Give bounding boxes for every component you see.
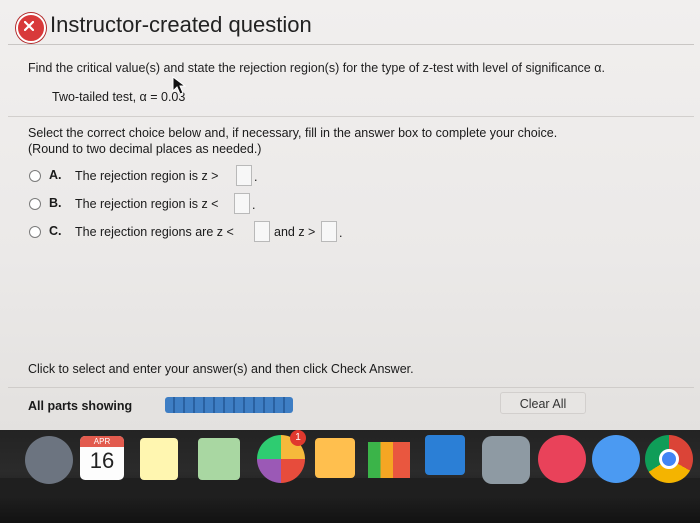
instructions-line-2: (Round to two decimal places as needed.) [28,142,262,156]
clear-all-button[interactable]: Clear All [500,392,586,414]
keynote-icon[interactable] [425,435,465,475]
system-preferences-icon[interactable] [482,436,530,484]
photos-badge: 1 [290,430,306,446]
option-b-answer-box[interactable] [234,193,250,214]
launchpad-icon[interactable] [25,436,73,484]
option-c[interactable]: C. The rejection regions are z < and z >… [29,221,359,243]
option-a[interactable]: A. The rejection region is z > . [29,165,289,187]
notes-icon[interactable] [140,438,178,480]
option-c-between-text: and z > [274,225,316,239]
maps-icon[interactable] [198,438,240,480]
parts-showing-label: All parts showing [28,399,133,413]
progress-fill [165,397,293,413]
cursor-icon [172,76,186,95]
option-b-period: . [252,198,256,212]
option-a-letter: A. [49,168,62,182]
option-c-text: The rejection regions are z < [75,225,234,239]
option-a-period: . [254,170,258,184]
pages-icon[interactable] [315,438,355,478]
instructions: Select the correct choice below and, if … [28,125,557,157]
messages-icon[interactable] [592,435,640,483]
option-b-radio[interactable] [29,198,41,210]
progress-bar[interactable] [165,397,293,413]
option-c-letter: C. [49,224,62,238]
option-b-letter: B. [49,196,62,210]
option-c-radio[interactable] [29,226,41,238]
option-a-text: The rejection region is z > [75,169,219,183]
option-c-period: . [339,226,343,240]
numbers-icon[interactable] [368,442,410,478]
option-a-answer-box[interactable] [236,165,252,186]
question-text: Find the critical value(s) and state the… [28,61,605,75]
option-c-answer-box-lower[interactable] [254,221,270,242]
option-a-radio[interactable] [29,170,41,182]
dock: APR 16 1 [0,430,700,523]
calendar-day: 16 [89,448,115,473]
browser-screen: Instructor-created question Find the cri… [0,0,700,430]
chrome-center [659,449,679,469]
calendar-month: APR [80,436,124,447]
option-b[interactable]: B. The rejection region is z < . [29,193,289,215]
title-divider [8,44,694,45]
option-c-answer-box-upper[interactable] [321,221,337,242]
dock-shelf [0,478,700,498]
footer-divider [8,387,694,388]
section-divider [8,116,694,117]
chrome-icon[interactable] [645,435,693,483]
page-title: Instructor-created question [50,12,312,37]
footer-message: Click to select and enter your answer(s)… [28,362,414,376]
calendar-icon[interactable]: APR 16 [80,436,124,480]
test-info: Two-tailed test, α = 0.03 [52,90,186,104]
question-header: Instructor-created question [8,6,338,43]
instructions-line-1: Select the correct choice below and, if … [28,126,558,140]
itunes-icon[interactable] [538,435,586,483]
option-b-text: The rejection region is z < [75,197,219,211]
close-x-icon [16,13,46,43]
